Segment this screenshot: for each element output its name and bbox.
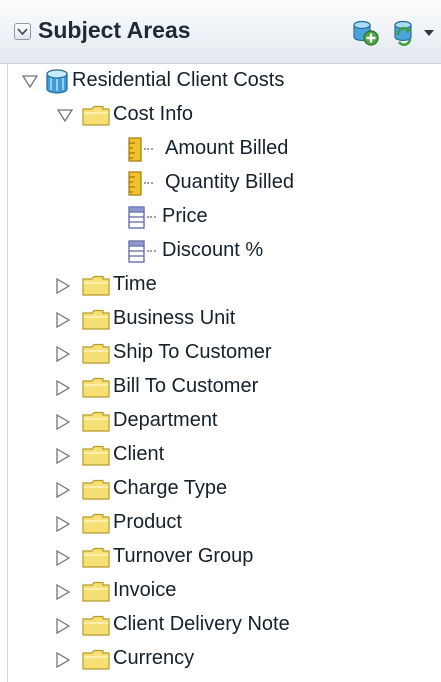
collapsed-triangle-icon[interactable]	[56, 414, 70, 430]
folder-icon	[82, 411, 110, 432]
tree-folder-item[interactable]: Business Unit	[0, 302, 441, 336]
tree-folder-item[interactable]: Ship To Customer	[0, 336, 441, 370]
attribute-column-icon	[128, 206, 145, 229]
folder-icon	[82, 581, 110, 602]
folder-icon	[82, 513, 110, 534]
tree-folder-item[interactable]: Time	[0, 268, 441, 302]
folder-icon	[82, 547, 110, 568]
tree-folder-label: Client	[113, 443, 165, 465]
collapsed-triangle-icon[interactable]	[56, 278, 70, 294]
tree-root-label: Residential Client Costs	[72, 69, 285, 91]
tree-connector	[147, 216, 156, 220]
collapsed-triangle-icon[interactable]	[56, 584, 70, 600]
tree-connector	[147, 250, 156, 254]
add-subject-area-icon[interactable]	[350, 17, 380, 47]
tree-folder-item[interactable]: Department	[0, 404, 441, 438]
measure-ruler-icon	[128, 171, 142, 196]
tree-root-item[interactable]: Residential Client Costs	[0, 64, 441, 98]
folder-icon	[82, 649, 110, 670]
tree-column-item[interactable]: Price	[0, 200, 441, 234]
tree-folder-label: Time	[113, 273, 157, 295]
collapsed-triangle-icon[interactable]	[56, 550, 70, 566]
tree-connector	[144, 182, 153, 186]
attribute-column-icon	[128, 240, 145, 263]
folder-icon	[82, 275, 110, 296]
expanded-triangle-icon[interactable]	[57, 109, 73, 122]
tree-folder-item[interactable]: Charge Type	[0, 472, 441, 506]
expanded-triangle-icon[interactable]	[22, 75, 38, 88]
collapsed-triangle-icon[interactable]	[56, 380, 70, 396]
tree-folder-item[interactable]: Bill To Customer	[0, 370, 441, 404]
tree-folder-label: Business Unit	[113, 307, 236, 329]
collapsed-triangle-icon[interactable]	[56, 482, 70, 498]
tree-folder-label: Charge Type	[113, 477, 228, 499]
tree-column-item[interactable]: Quantity Billed	[0, 166, 441, 200]
tree-folder-cost-info[interactable]: Cost Info	[0, 98, 441, 132]
folder-icon	[82, 615, 110, 636]
panel-header: Subject Areas	[0, 0, 441, 64]
collapsed-triangle-icon[interactable]	[56, 652, 70, 668]
tree-folder-item[interactable]: Product	[0, 506, 441, 540]
dropdown-caret-icon[interactable]	[424, 30, 434, 37]
tree-folder-label: Ship To Customer	[113, 341, 272, 363]
tree-connector	[144, 148, 153, 152]
panel-title: Subject Areas	[38, 17, 191, 43]
tree-folder-item[interactable]: Client Delivery Note	[0, 608, 441, 642]
tree-folder-item[interactable]: Turnover Group	[0, 540, 441, 574]
folder-icon	[82, 105, 110, 126]
folder-icon	[82, 445, 110, 466]
tree-folder-item[interactable]: Currency	[0, 642, 441, 676]
folder-icon	[82, 377, 110, 398]
tree-folder-label: Turnover Group	[113, 545, 254, 567]
tree-folder-item[interactable]: Invoice	[0, 574, 441, 608]
measure-ruler-icon	[128, 137, 142, 162]
collapsed-triangle-icon[interactable]	[56, 312, 70, 328]
subject-area-icon	[46, 69, 68, 94]
tree-folder-label: Cost Info	[113, 103, 194, 125]
tree-column-label: Quantity Billed	[165, 171, 294, 193]
folder-icon	[82, 309, 110, 330]
collapsed-triangle-icon[interactable]	[56, 448, 70, 464]
collapse-panel-button[interactable]	[14, 23, 31, 40]
folder-icon	[82, 479, 110, 500]
tree-folder-item[interactable]: Client	[0, 438, 441, 472]
tree-folder-label: Currency	[113, 647, 195, 669]
tree-folder-label: Invoice	[113, 579, 177, 601]
tree-column-label: Price	[162, 205, 208, 227]
tree-folder-label: Product	[113, 511, 182, 533]
tree-folder-label: Bill To Customer	[113, 375, 259, 397]
tree-column-item[interactable]: Discount %	[0, 234, 441, 268]
tree-folder-label: Department	[113, 409, 218, 431]
tree-folder-label: Client Delivery Note	[113, 613, 290, 635]
collapsed-triangle-icon[interactable]	[56, 346, 70, 362]
refresh-icon[interactable]	[390, 17, 420, 47]
subject-areas-panel: Subject Areas Residential Client Costs C…	[0, 0, 441, 682]
tree-column-item[interactable]: Amount Billed	[0, 132, 441, 166]
tree-column-label: Amount Billed	[165, 137, 289, 159]
collapsed-triangle-icon[interactable]	[56, 516, 70, 532]
collapse-icon	[17, 28, 28, 36]
collapsed-triangle-icon[interactable]	[56, 618, 70, 634]
folder-icon	[82, 343, 110, 364]
tree-column-label: Discount %	[162, 239, 264, 261]
